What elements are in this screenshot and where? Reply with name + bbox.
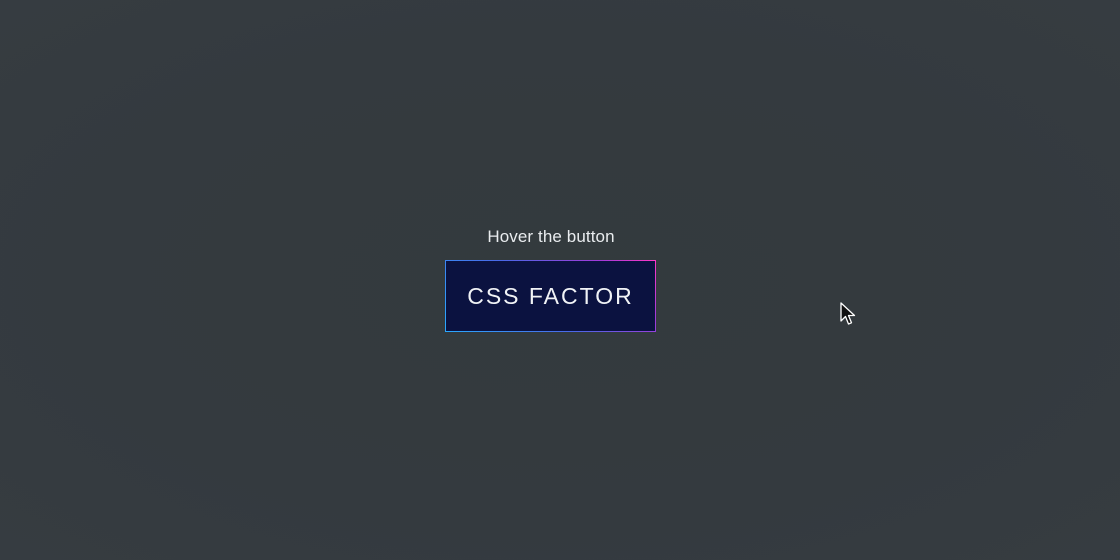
canvas: Hover the button CSS FACTOR: [0, 0, 1120, 560]
css-factor-button[interactable]: CSS FACTOR: [445, 260, 656, 332]
button-label: CSS FACTOR: [446, 261, 655, 331]
hover-hint-text: Hover the button: [487, 227, 615, 246]
mouse-pointer-icon: [840, 302, 856, 325]
